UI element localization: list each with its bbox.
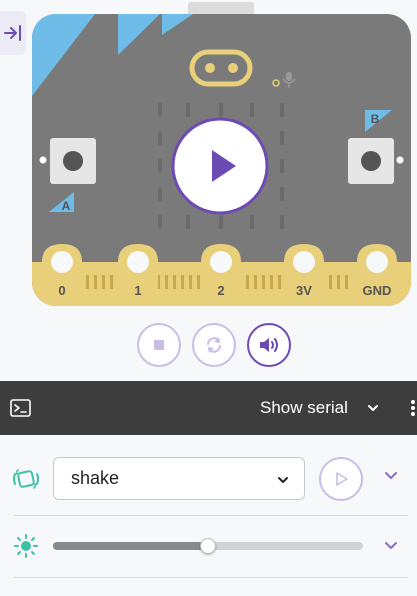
pin-label: 3V xyxy=(296,283,312,298)
pin-1[interactable]: 1 xyxy=(118,244,158,300)
slider-thumb[interactable] xyxy=(200,538,216,554)
sun-icon xyxy=(14,534,38,558)
collapse-sidebar-button[interactable] xyxy=(0,11,26,55)
send-gesture-button[interactable] xyxy=(319,457,363,501)
button-a[interactable] xyxy=(50,138,96,184)
gesture-panel: shake xyxy=(13,446,408,516)
gesture-expand-icon[interactable] xyxy=(383,469,399,483)
chevron-down-icon[interactable] xyxy=(366,401,380,415)
show-serial-label[interactable]: Show serial xyxy=(260,398,348,418)
button-b[interactable] xyxy=(348,138,394,184)
gesture-select-value: shake xyxy=(71,468,120,488)
pin-0[interactable]: 0 xyxy=(42,244,82,300)
simulator-panel: 0 1 2 3V GND A B Show serial shake xyxy=(0,0,417,596)
button-a-label: A xyxy=(62,199,71,213)
send-icon xyxy=(336,472,348,486)
light-level-panel xyxy=(14,516,408,578)
play-button[interactable] xyxy=(171,117,269,215)
pin-label: GND xyxy=(363,283,392,298)
restart-button[interactable] xyxy=(192,323,236,367)
button-a-indicator xyxy=(39,156,47,164)
stop-icon xyxy=(154,340,164,350)
serial-bar[interactable]: Show serial xyxy=(0,381,417,435)
restart-icon xyxy=(207,337,221,353)
pin-label: 0 xyxy=(58,283,65,298)
chevron-down-icon xyxy=(278,477,288,483)
pin-label: 2 xyxy=(217,283,224,298)
collapse-sidebar-icon xyxy=(4,25,21,41)
sim-controls xyxy=(0,323,417,369)
pin-2[interactable]: 2 xyxy=(201,244,241,300)
sound-button[interactable] xyxy=(247,323,291,367)
light-expand-icon[interactable] xyxy=(383,539,399,553)
terminal-icon xyxy=(10,399,31,417)
microbit-simulator: 0 1 2 3V GND A B xyxy=(30,0,413,312)
speaker-icon xyxy=(260,338,278,352)
slider-fill xyxy=(53,542,208,550)
pin-3v[interactable]: 3V xyxy=(284,244,324,300)
pin-label: 1 xyxy=(134,283,141,298)
light-level-slider[interactable] xyxy=(53,538,363,554)
button-b-indicator xyxy=(396,156,404,164)
stop-button[interactable] xyxy=(137,323,181,367)
more-vertical-icon[interactable] xyxy=(409,399,417,417)
gesture-icon xyxy=(13,469,39,489)
gesture-select[interactable]: shake xyxy=(53,457,305,500)
button-b-label: B xyxy=(371,112,380,126)
pin-gnd[interactable]: GND xyxy=(357,244,397,300)
